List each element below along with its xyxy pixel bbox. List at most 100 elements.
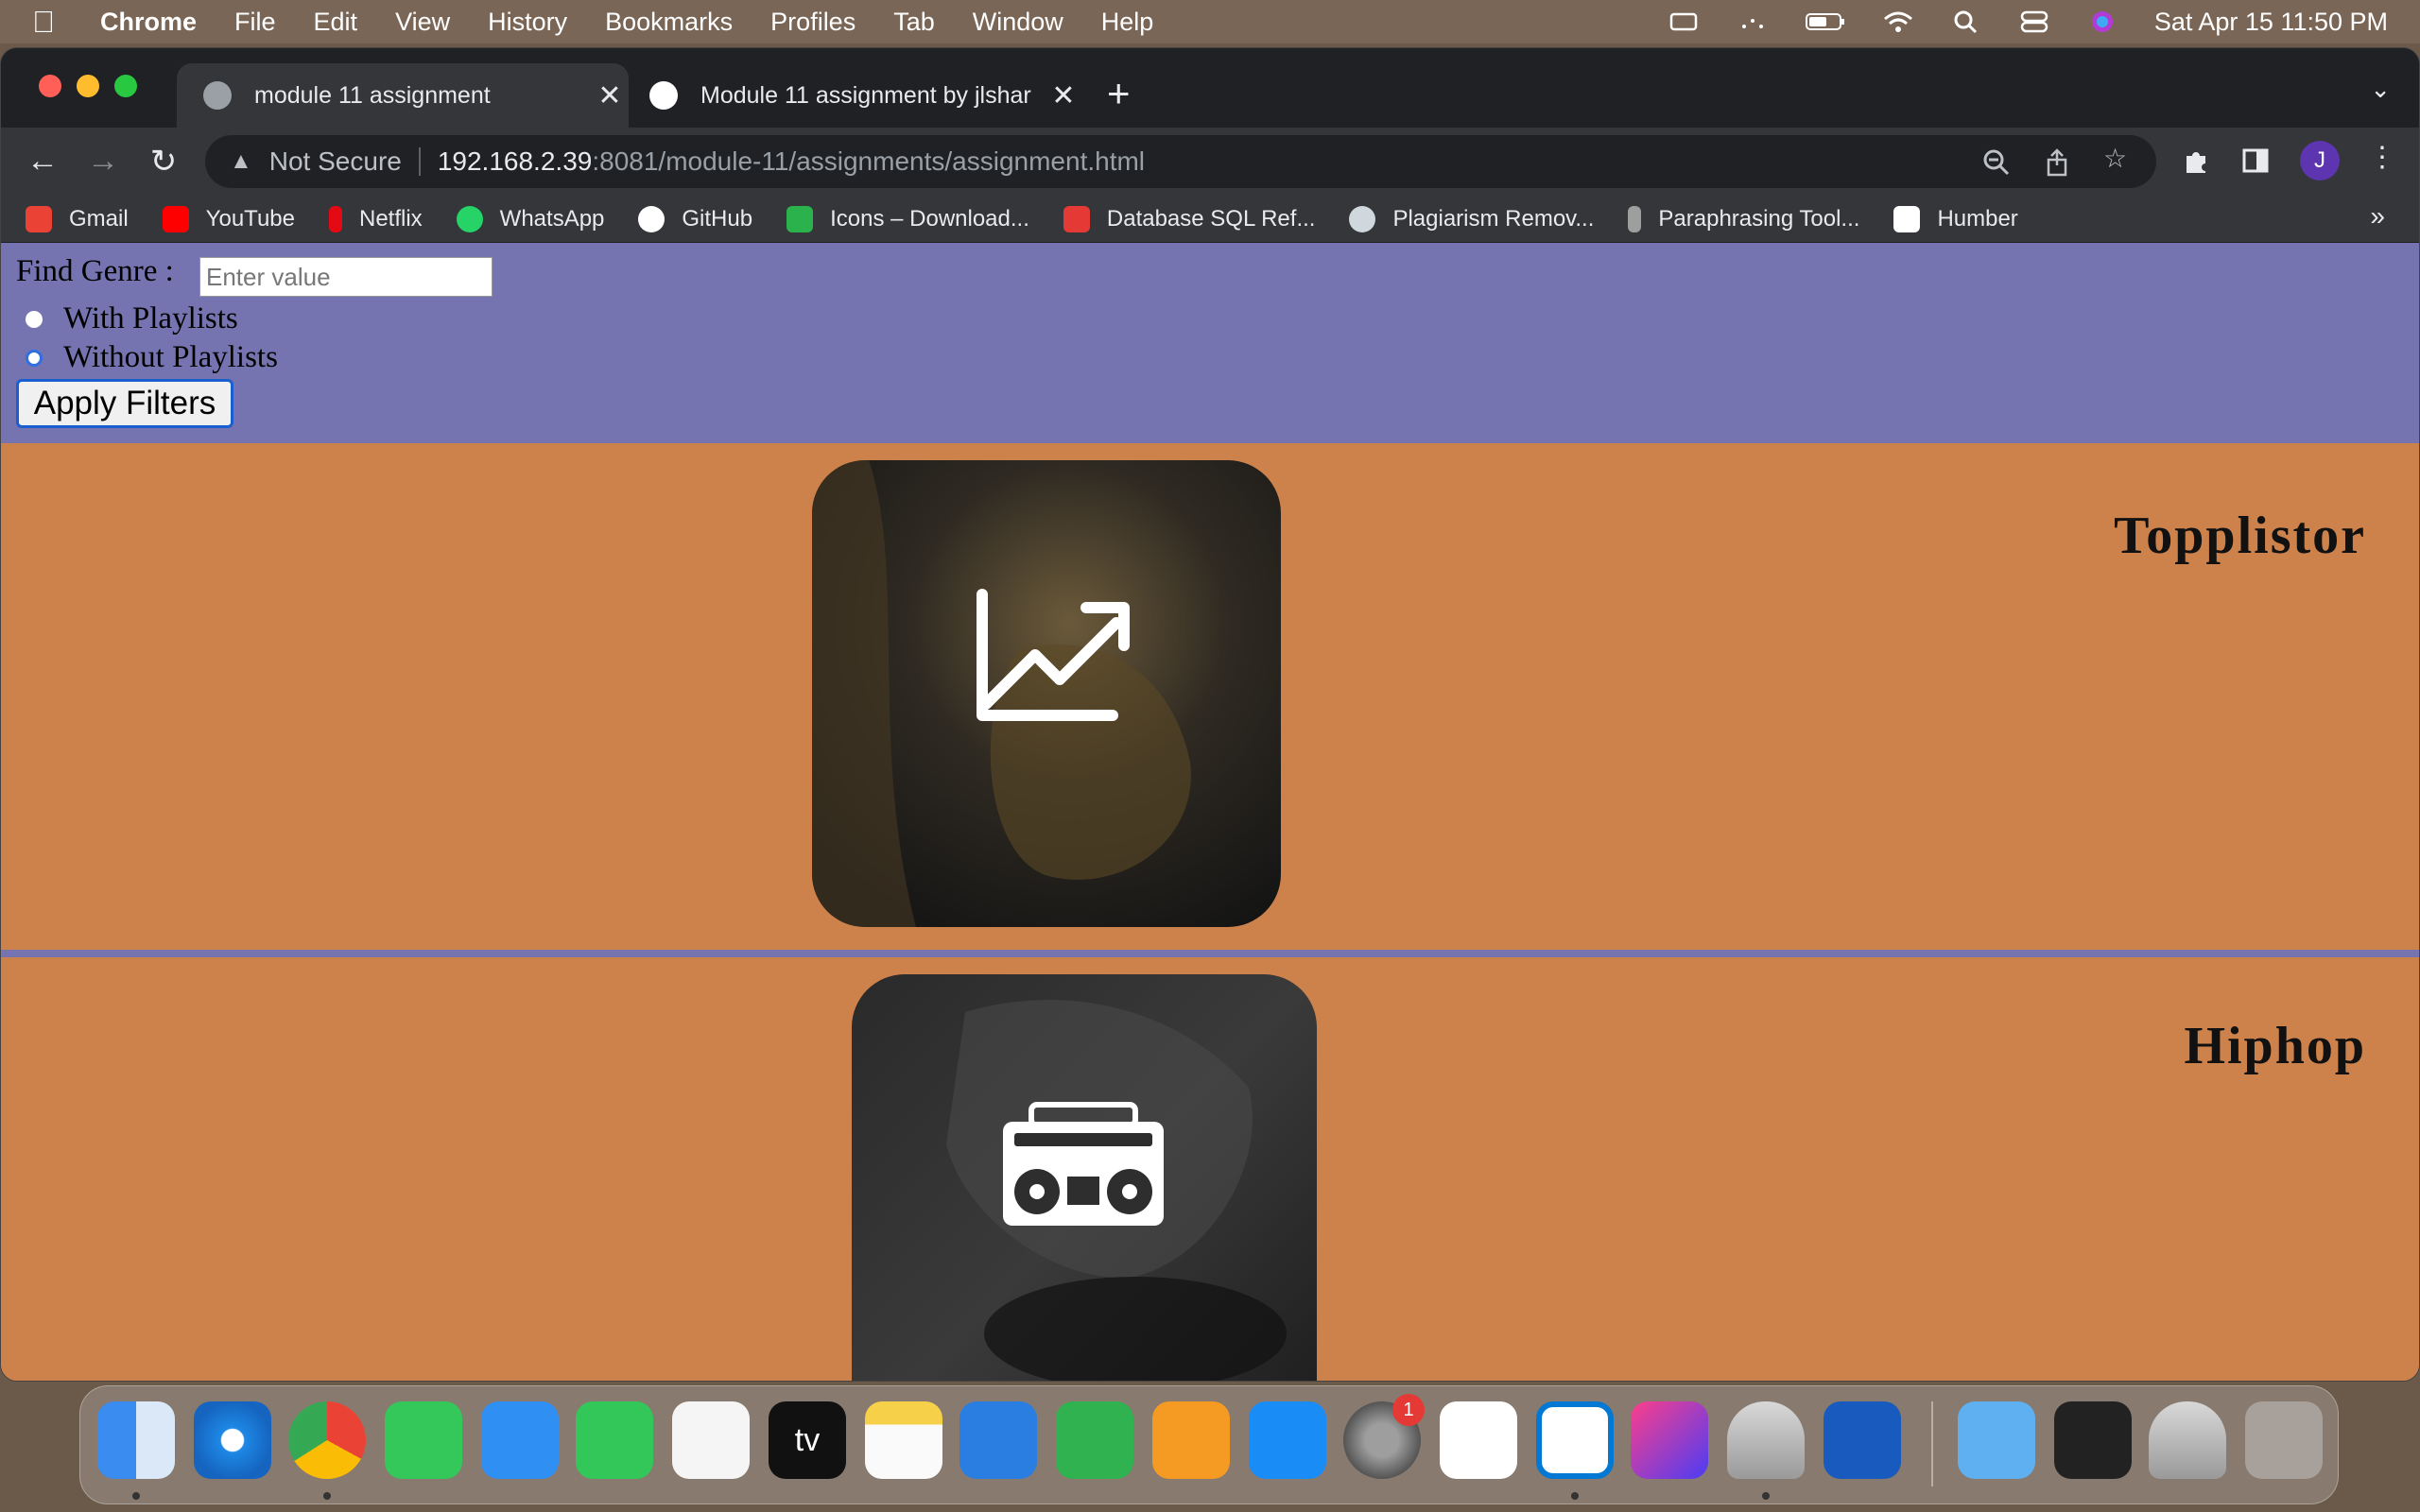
apple-tv-icon[interactable]: tv bbox=[769, 1401, 846, 1479]
tab-github-assignment[interactable]: Module 11 assignment by jlshar ✕ bbox=[629, 63, 1082, 128]
menu-app-name[interactable]: Chrome bbox=[100, 8, 197, 37]
share-icon[interactable] bbox=[2043, 148, 2071, 177]
bookmark-star-icon[interactable]: ☆ bbox=[2103, 143, 2127, 174]
pages-icon[interactable] bbox=[1152, 1401, 1230, 1479]
tableau-icon[interactable] bbox=[1440, 1401, 1517, 1479]
messages-icon[interactable] bbox=[385, 1401, 462, 1479]
close-tab-icon[interactable]: ✕ bbox=[591, 79, 629, 112]
browser-window: module 11 assignment ✕ Module 11 assignm… bbox=[0, 47, 2420, 1382]
mail-icon[interactable] bbox=[481, 1401, 559, 1479]
close-window-button[interactable] bbox=[39, 75, 61, 97]
warning-triangle-icon[interactable]: ▲ bbox=[230, 148, 252, 175]
bookmark-label: Humber bbox=[1937, 205, 2018, 232]
vscode-icon[interactable] bbox=[1536, 1401, 1614, 1479]
battery-icon[interactable] bbox=[1805, 9, 1846, 34]
bookmark-database-sql-ref[interactable]: Database SQL Ref... bbox=[1063, 205, 1316, 232]
radio-button[interactable] bbox=[26, 310, 43, 328]
globe-icon bbox=[203, 81, 232, 110]
zoom-icon[interactable] bbox=[1982, 148, 2011, 177]
genre-search-input[interactable] bbox=[199, 257, 493, 297]
url-host[interactable]: 192.168.2.39 bbox=[438, 146, 593, 177]
minimize-window-button[interactable] bbox=[77, 75, 99, 97]
bookmark-gmail[interactable]: Gmail bbox=[26, 205, 129, 232]
genre-image-hiphop[interactable] bbox=[852, 974, 1317, 1381]
close-tab-icon[interactable]: ✕ bbox=[1045, 79, 1082, 112]
radio-with-playlists[interactable]: With Playlists bbox=[26, 301, 238, 336]
siri-icon[interactable] bbox=[2086, 9, 2118, 34]
numbers-icon[interactable] bbox=[1056, 1401, 1133, 1479]
side-panel-icon[interactable] bbox=[2241, 146, 2270, 175]
finder-icon[interactable] bbox=[97, 1401, 175, 1479]
bookmark-youtube[interactable]: YouTube bbox=[162, 205, 295, 232]
bookmark-label: Database SQL Ref... bbox=[1106, 205, 1316, 232]
turntable-hand-photo bbox=[852, 974, 1317, 1381]
spotlight-search-icon[interactable] bbox=[1950, 9, 1982, 34]
tab-search-chevron-icon[interactable]: ⌄ bbox=[2370, 75, 2391, 104]
chrome-icon[interactable] bbox=[288, 1401, 366, 1479]
security-label[interactable]: Not Secure bbox=[269, 146, 402, 177]
app-store-icon[interactable] bbox=[1249, 1401, 1326, 1479]
facetime-icon[interactable] bbox=[576, 1401, 653, 1479]
github-icon bbox=[649, 81, 678, 110]
profile-avatar[interactable]: J bbox=[2300, 141, 2340, 180]
safari-icon[interactable] bbox=[194, 1401, 271, 1479]
trash-icon[interactable] bbox=[2245, 1401, 2323, 1479]
new-tab-button[interactable]: + bbox=[1107, 71, 1131, 116]
tab-title: Module 11 assignment by jlshar bbox=[700, 81, 1031, 109]
forward-arrow-icon[interactable]: → bbox=[84, 143, 122, 180]
boxing-glove-photo bbox=[812, 460, 1281, 927]
running-indicator bbox=[132, 1492, 140, 1500]
url-path[interactable]: :8081/module-11/assignments/assignment.h… bbox=[592, 146, 1145, 177]
bookmark-whatsapp[interactable]: WhatsApp bbox=[456, 205, 604, 232]
radio-without-playlists[interactable]: Without Playlists bbox=[26, 340, 278, 375]
control-center-icon[interactable] bbox=[2018, 9, 2050, 34]
radio-button-selected[interactable] bbox=[26, 349, 43, 367]
menu-window[interactable]: Window bbox=[973, 8, 1063, 37]
extensions-puzzle-icon[interactable] bbox=[2181, 146, 2211, 177]
menu-bookmarks[interactable]: Bookmarks bbox=[605, 8, 733, 37]
menu-help[interactable]: Help bbox=[1101, 8, 1154, 37]
word-icon[interactable] bbox=[1824, 1401, 1901, 1479]
database-minimized-icon[interactable] bbox=[2149, 1401, 2226, 1479]
menu-edit[interactable]: Edit bbox=[314, 8, 358, 37]
bookmark-humber[interactable]: Humber bbox=[1893, 205, 2018, 232]
menu-profiles[interactable]: Profiles bbox=[770, 8, 856, 37]
zoom-window-button[interactable] bbox=[114, 75, 137, 97]
reload-icon[interactable]: ↻ bbox=[145, 143, 182, 180]
apple-menu-icon[interactable]:  bbox=[32, 5, 76, 40]
keyboard-brightness-icon[interactable] bbox=[1668, 9, 1701, 34]
bookmark-github[interactable]: GitHub bbox=[638, 205, 752, 232]
genre-card-hiphop[interactable]: Hiphop bbox=[1, 957, 2419, 1381]
address-bar[interactable]: ▲ Not Secure 192.168.2.39 :8081/module-1… bbox=[205, 135, 2156, 188]
tab-module-11-assignment[interactable]: module 11 assignment ✕ bbox=[177, 63, 629, 128]
genre-image-topplistor[interactable] bbox=[812, 460, 1281, 927]
intellij-icon[interactable] bbox=[1631, 1401, 1708, 1479]
back-arrow-icon[interactable]: ← bbox=[24, 143, 61, 180]
bookmark-netflix[interactable]: Netflix bbox=[328, 205, 423, 232]
wifi-icon[interactable] bbox=[1882, 9, 1914, 34]
downloads-folder-icon[interactable] bbox=[1958, 1401, 2035, 1479]
keynote-icon[interactable] bbox=[959, 1401, 1037, 1479]
radio-label: With Playlists bbox=[63, 301, 238, 335]
menu-history[interactable]: History bbox=[488, 8, 567, 37]
sound-icon[interactable] bbox=[1737, 9, 1769, 34]
apply-filters-button[interactable]: Apply Filters bbox=[16, 379, 233, 428]
notes-icon[interactable] bbox=[865, 1401, 942, 1479]
bookmark-icons-download[interactable]: Icons – Download... bbox=[786, 205, 1029, 232]
running-indicator bbox=[323, 1492, 331, 1500]
genre-card-topplistor[interactable]: Topplistor bbox=[1, 443, 2419, 950]
database-app-icon[interactable] bbox=[1727, 1401, 1805, 1479]
bookmark-plagiarism-remover[interactable]: Plagiarism Remov... bbox=[1349, 205, 1594, 232]
recent-window-icon[interactable] bbox=[2054, 1401, 2132, 1479]
menu-bar-clock[interactable]: Sat Apr 15 11:50 PM bbox=[2154, 8, 2388, 37]
chrome-menu-icon[interactable]: ⋮ bbox=[2368, 141, 2396, 174]
menu-file[interactable]: File bbox=[234, 8, 276, 37]
menu-view[interactable]: View bbox=[395, 8, 450, 37]
reminders-icon[interactable] bbox=[672, 1401, 750, 1479]
genre-name-topplistor: Topplistor bbox=[2114, 507, 2366, 565]
bookmark-label: Icons – Download... bbox=[830, 205, 1029, 232]
menu-tab[interactable]: Tab bbox=[893, 8, 935, 37]
bookmark-paraphrasing-tool[interactable]: Paraphrasing Tool... bbox=[1628, 205, 1859, 232]
whatsapp-icon bbox=[456, 205, 483, 232]
more-bookmarks-chevron-icon[interactable]: » bbox=[2370, 201, 2385, 232]
